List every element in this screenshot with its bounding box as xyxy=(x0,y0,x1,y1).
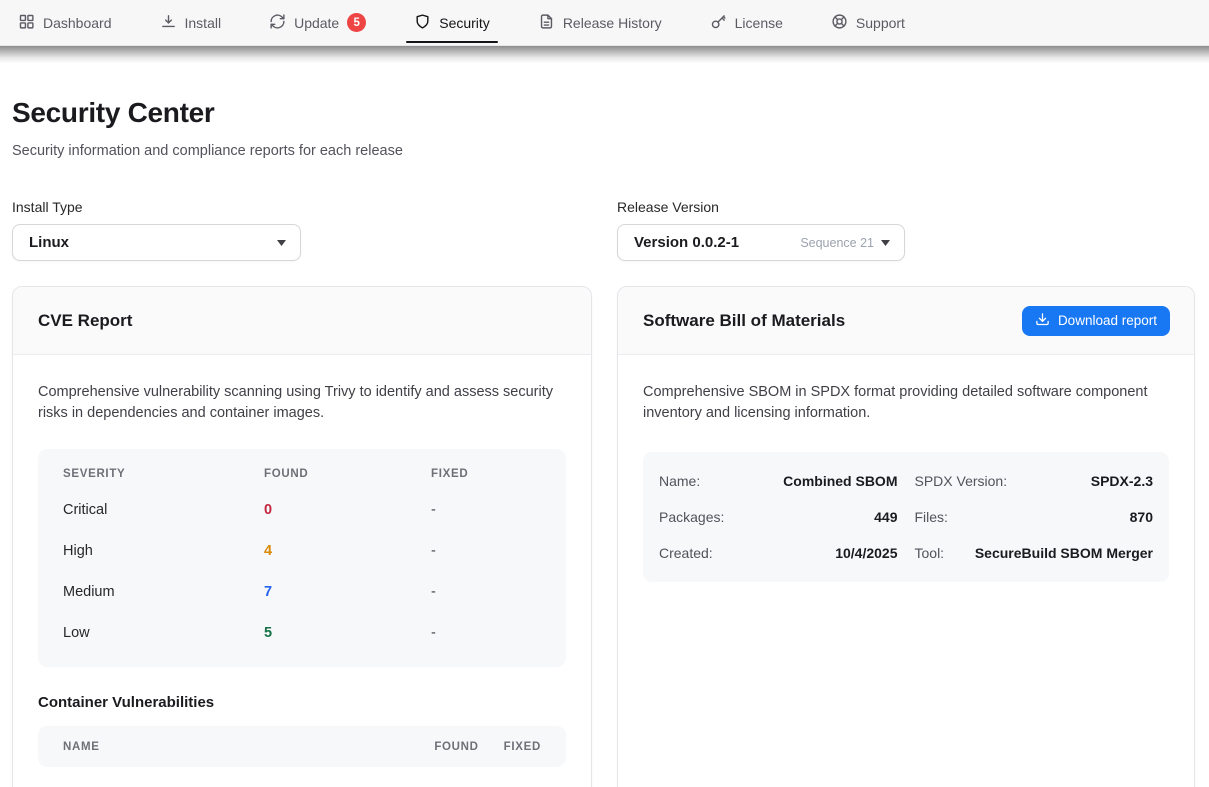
container-vulnerabilities-title: Container Vulnerabilities xyxy=(38,694,566,711)
security-icon xyxy=(414,13,431,33)
severity-fixed-count: - xyxy=(431,584,541,600)
list-item: Packages: 449 xyxy=(659,499,898,535)
sbom-card: Software Bill of Materials Download repo… xyxy=(617,286,1195,787)
tab-dashboard[interactable]: Dashboard xyxy=(16,0,114,45)
sbom-description: Comprehensive SBOM in SPDX format provid… xyxy=(643,382,1163,424)
tab-label: Update xyxy=(294,15,339,31)
tab-label: Dashboard xyxy=(43,15,112,31)
severity-found-count: 5 xyxy=(264,625,431,641)
page-title: Security Center xyxy=(12,97,1195,129)
sbom-title: Software Bill of Materials xyxy=(643,311,845,331)
sbom-field-label: SPDX Version: xyxy=(915,473,1008,489)
tab-label: License xyxy=(735,15,783,31)
update-count-badge: 5 xyxy=(347,13,366,32)
severity-name: Low xyxy=(63,625,264,641)
severity-fixed-count: - xyxy=(431,625,541,641)
sbom-field-value: Combined SBOM xyxy=(783,473,897,489)
cve-report-title: CVE Report xyxy=(38,311,132,331)
filters-row: Install Type Linux Release Version Versi… xyxy=(12,199,1195,261)
update-icon xyxy=(269,13,286,33)
page-subtitle: Security information and compliance repo… xyxy=(12,143,1195,159)
cve-report-description: Comprehensive vulnerability scanning usi… xyxy=(38,382,558,424)
severity-found-count: 7 xyxy=(264,584,431,600)
column-header-found: FOUND xyxy=(264,466,431,489)
table-row: Critical 0 - xyxy=(63,489,541,530)
sbom-field-label: Tool: xyxy=(915,545,945,561)
tab-update[interactable]: Update 5 xyxy=(267,0,368,45)
tab-license[interactable]: License xyxy=(708,0,785,45)
report-cards: CVE Report Comprehensive vulnerability s… xyxy=(12,286,1195,787)
sbom-field-value: SecureBuild SBOM Merger xyxy=(975,545,1153,561)
cve-report-header: CVE Report xyxy=(13,287,591,355)
severity-name: Critical xyxy=(63,502,264,518)
tab-label: Support xyxy=(856,15,905,31)
support-icon xyxy=(831,13,848,33)
sbom-field-label: Packages: xyxy=(659,509,724,525)
table-row: Medium 7 - xyxy=(63,571,541,612)
column-header-severity: SEVERITY xyxy=(63,466,264,489)
severity-table: SEVERITY FOUND FIXED Critical 0 - High 4… xyxy=(38,449,566,667)
list-item: Files: 870 xyxy=(915,499,1154,535)
list-item: SPDX Version: SPDX-2.3 xyxy=(915,463,1154,499)
severity-found-count: 4 xyxy=(264,543,431,559)
tab-label: Security xyxy=(439,15,490,31)
install-icon xyxy=(160,13,177,33)
release-version-label: Release Version xyxy=(617,199,1195,215)
release-version-value: Version 0.0.2-1 xyxy=(634,234,739,251)
severity-fixed-count: - xyxy=(431,543,541,559)
sbom-field-value: 870 xyxy=(1130,509,1153,525)
tab-release-history[interactable]: Release History xyxy=(536,0,664,45)
release-sequence-hint: Sequence 21 xyxy=(800,236,874,250)
security-center-page: Security Center Security information and… xyxy=(0,63,1209,787)
sbom-field-label: Files: xyxy=(915,509,948,525)
sbom-info-grid: Name: Combined SBOM SPDX Version: SPDX-2… xyxy=(643,452,1169,582)
severity-name: Medium xyxy=(63,584,264,600)
column-header-fixed: FIXED xyxy=(431,466,541,489)
severity-found-count: 0 xyxy=(264,502,431,518)
tab-label: Release History xyxy=(563,15,662,31)
install-type-select[interactable]: Linux xyxy=(12,224,301,261)
list-item: Name: Combined SBOM xyxy=(659,463,898,499)
download-report-button[interactable]: Download report xyxy=(1022,306,1170,336)
list-item: Tool: SecureBuild SBOM Merger xyxy=(915,535,1154,571)
tab-install[interactable]: Install xyxy=(158,0,224,45)
sbom-field-value: SPDX-2.3 xyxy=(1091,473,1153,489)
container-vulnerabilities-table-header: NAME FOUND FIXED xyxy=(38,726,566,767)
sbom-header: Software Bill of Materials Download repo… xyxy=(618,287,1194,355)
install-type-value: Linux xyxy=(29,234,69,251)
sbom-body: Comprehensive SBOM in SPDX format provid… xyxy=(618,355,1194,609)
release-version-filter: Release Version Version 0.0.2-1 Sequence… xyxy=(617,199,1195,261)
severity-table-header: SEVERITY FOUND FIXED xyxy=(63,466,541,489)
chevron-down-icon xyxy=(881,240,890,246)
severity-name: High xyxy=(63,543,264,559)
sbom-field-value: 10/4/2025 xyxy=(835,545,897,561)
column-header-fixed: FIXED xyxy=(504,741,541,753)
column-header-name: NAME xyxy=(63,741,409,753)
sbom-field-label: Name: xyxy=(659,473,700,489)
severity-fixed-count: - xyxy=(431,502,541,518)
tab-label: Install xyxy=(185,15,222,31)
chevron-down-icon xyxy=(277,240,286,246)
cve-report-card: CVE Report Comprehensive vulnerability s… xyxy=(12,286,592,787)
install-type-label: Install Type xyxy=(12,199,592,215)
install-type-filter: Install Type Linux xyxy=(12,199,592,261)
download-report-label: Download report xyxy=(1058,313,1157,328)
license-icon xyxy=(710,13,727,33)
tab-support[interactable]: Support xyxy=(829,0,907,45)
release-history-icon xyxy=(538,13,555,33)
download-icon xyxy=(1035,312,1050,330)
table-row: Low 5 - xyxy=(63,612,541,653)
top-nav: Dashboard Install Update 5 Security Rele… xyxy=(0,0,1209,46)
sbom-field-label: Created: xyxy=(659,545,713,561)
tab-security[interactable]: Security xyxy=(412,0,492,45)
cve-report-body: Comprehensive vulnerability scanning usi… xyxy=(13,355,591,787)
table-row: High 4 - xyxy=(63,530,541,571)
dashboard-icon xyxy=(18,13,35,33)
release-version-select[interactable]: Version 0.0.2-1 Sequence 21 xyxy=(617,224,905,261)
list-item: Created: 10/4/2025 xyxy=(659,535,898,571)
sbom-field-value: 449 xyxy=(874,509,897,525)
column-header-found: FOUND xyxy=(434,741,478,753)
header-shadow xyxy=(0,46,1209,63)
